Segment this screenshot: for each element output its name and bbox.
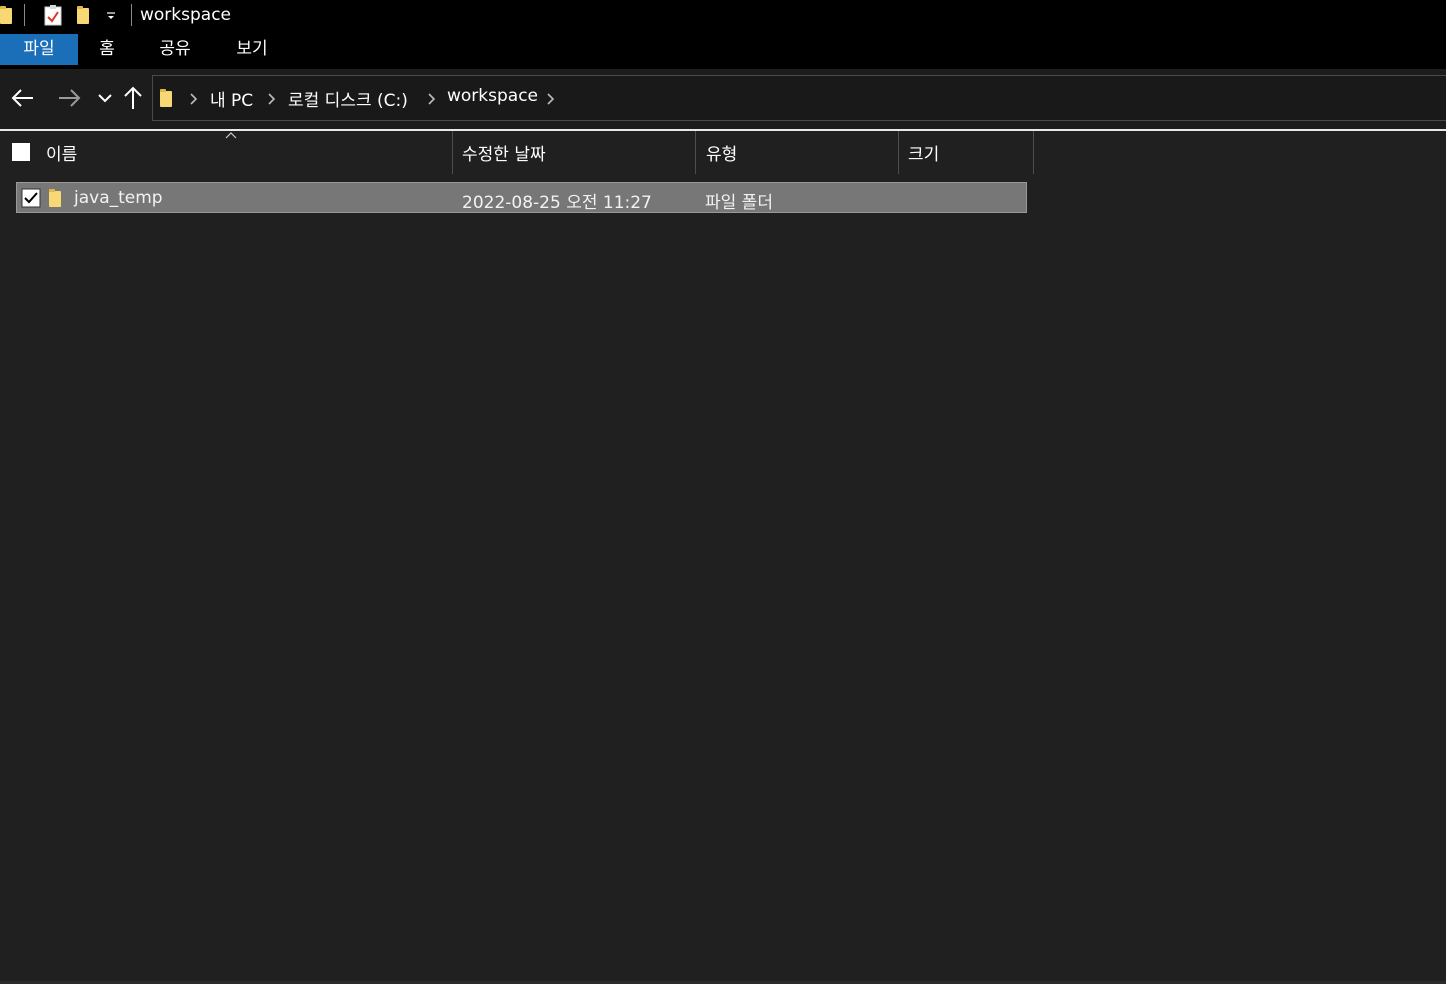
column-divider[interactable] [695,131,696,174]
customize-dropdown-icon[interactable] [105,10,117,22]
address-folder-icon [160,89,172,107]
file-name[interactable]: java_temp [74,188,163,208]
breadcrumb-this-pc[interactable]: 내 PC [210,86,253,111]
breadcrumb-workspace[interactable]: workspace [447,86,538,106]
title-divider [131,4,132,26]
file-modified: 2022-08-25 오전 11:27 [462,193,652,213]
column-divider[interactable] [452,131,453,174]
window-title: workspace [140,5,232,25]
sort-ascending-icon [225,132,237,139]
column-header-date[interactable]: 수정한 날짜 [462,140,546,165]
column-header-name[interactable]: 이름 [46,140,77,165]
tab-home[interactable]: 홈 [88,34,126,65]
tab-share[interactable]: 공유 [150,34,200,65]
recent-locations-icon[interactable] [90,83,120,113]
column-header-size[interactable]: 크기 [908,140,939,165]
toolbar-divider [24,4,25,26]
checkbox-icon[interactable] [21,188,41,208]
new-folder-icon[interactable] [77,6,89,24]
chevron-right-icon[interactable] [265,90,279,108]
tab-view[interactable]: 보기 [226,34,278,65]
forward-arrow-icon[interactable] [54,83,84,113]
tab-file[interactable]: 파일 [0,34,78,65]
chevron-right-icon[interactable] [544,90,558,108]
breadcrumb-local-disk[interactable]: 로컬 디스크 (C:) [288,86,408,111]
folder-icon [0,6,12,24]
column-divider[interactable] [1033,131,1034,174]
column-header-type[interactable]: 유형 [706,140,737,165]
chevron-right-icon[interactable] [425,90,439,108]
select-all-checkbox[interactable] [12,143,30,161]
file-type: 파일 폴더 [705,193,773,213]
folder-icon [49,189,61,207]
chevron-right-icon[interactable] [187,90,201,108]
pane-divider [0,129,1446,131]
properties-icon[interactable] [43,5,63,27]
up-arrow-icon[interactable] [118,83,148,113]
back-arrow-icon[interactable] [8,83,38,113]
ribbon [0,31,1446,69]
column-divider[interactable] [898,131,899,174]
